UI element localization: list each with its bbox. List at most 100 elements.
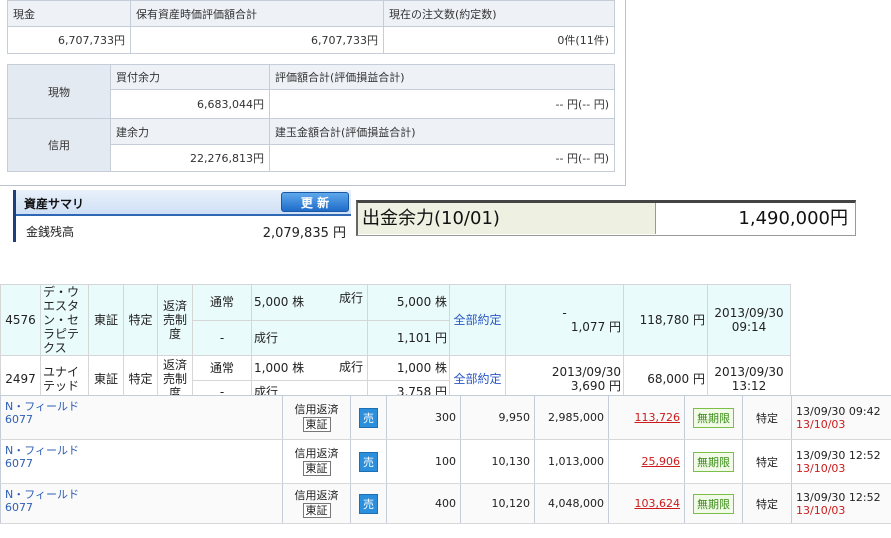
position-name[interactable]: N・フィールド (5, 400, 278, 413)
order-condition: 通常 (192, 355, 252, 381)
position-account: 特定 (742, 395, 792, 440)
position-date-cell: 13/09/30 12:52 13/10/03 (791, 439, 891, 484)
position-amount: 1,013,000 (534, 439, 609, 484)
position-pl[interactable]: 113,726 (608, 395, 685, 440)
order-qty-cell: 5,000 株 成行 (250, 284, 369, 321)
buying-power-table: 現物 買付余力 評価額合計(評価損益合計) 6,683,044円 -- 円(--… (7, 64, 615, 172)
position-market: 東証 (302, 461, 331, 476)
withdrawal-label: 出金余力(10/01) (358, 203, 656, 234)
order-row: 4576 デ・ウエスタン・セラピテクス 東証 特定 返済売制度 通常 5,000… (0, 284, 792, 356)
order-condition-2: - (192, 319, 252, 356)
order-exec-type: 成行 (339, 291, 364, 305)
order-qty-cell: 1,000 株 成行 (250, 355, 369, 381)
order-market: 東証 (88, 284, 124, 356)
order-account: 特定 (123, 284, 158, 356)
order-code: 4576 (0, 284, 41, 356)
position-date: 13/09/30 12:52 (796, 448, 881, 462)
buying-power-value: 6,683,044円 (110, 89, 270, 119)
position-account: 特定 (742, 439, 792, 484)
cash-header: 現金 (7, 0, 131, 27)
order-time: 09:14 (731, 320, 767, 334)
order-qty-total: 5,000 株 (367, 284, 451, 321)
position-amount: 2,985,000 (534, 395, 609, 440)
position-settle-date: 13/10/03 (796, 461, 846, 475)
order-qty: 1,000 株 (254, 361, 305, 375)
asset-summary-title: 資産サマリ (24, 197, 85, 211)
order-row: 2497 ユナイテッド 東証 特定 返済売制度 通常 1,000 株 成行 1,… (0, 355, 792, 403)
order-name[interactable]: デ・ウエスタン・セラピテクス (40, 284, 89, 356)
position-total-label: 建玉金額合計(評価損益合計) (269, 118, 615, 145)
position-name-cell: N・フィールド 6077 (0, 395, 283, 440)
position-settle-date: 13/10/03 (796, 417, 846, 431)
withdrawal-value: 1,490,000円 (738, 208, 848, 229)
order-amount: 118,780 円 (623, 284, 709, 356)
position-kind: 信用返済 (294, 403, 339, 416)
position-row: N・フィールド 6077 信用返済 東証 売 100 10,130 1,013,… (0, 439, 891, 484)
position-name-cell: N・フィールド 6077 (0, 439, 283, 484)
order-exec-price: 1,077 円 (570, 320, 622, 334)
position-pl[interactable]: 103,624 (608, 483, 685, 524)
term-badge: 無期限 (693, 407, 734, 428)
position-kind-cell: 信用返済 東証 (282, 395, 351, 440)
position-kind: 信用返済 (294, 489, 339, 502)
position-market: 東証 (302, 417, 331, 432)
position-code: 6077 (5, 413, 33, 426)
position-price: 10,120 (460, 483, 535, 524)
eval-total-label: 評価額合計(評価損益合計) (269, 64, 615, 90)
eval-total-value: -- 円(-- 円) (269, 89, 615, 119)
position-row: N・フィールド 6077 信用返済 東証 売 300 9,950 2,985,0… (0, 395, 891, 440)
order-exec-date: 2013/09/30 (551, 365, 622, 379)
position-amount: 4,048,000 (534, 483, 609, 524)
sell-badge: 売 (359, 451, 378, 472)
cash-value: 6,707,733円 (7, 26, 131, 54)
position-date-cell: 13/09/30 09:42 13/10/03 (791, 395, 891, 440)
position-kind-cell: 信用返済 東証 (282, 483, 351, 524)
cash-balance-value: 2,079,835 円 (262, 226, 346, 241)
sell-badge: 売 (359, 407, 378, 428)
update-button[interactable]: 更 新 (281, 192, 349, 212)
order-date-cell: 2013/09/30 09:14 (707, 284, 792, 356)
order-exec-type: 成行 (339, 360, 364, 374)
position-qty: 300 (386, 395, 461, 440)
genbutsu-row-label: 現物 (7, 64, 111, 119)
order-count-value: 0件(11件) (383, 26, 615, 54)
term-badge: 無期限 (693, 451, 734, 472)
sell-badge: 売 (359, 493, 378, 514)
cash-summary-table: 現金 保有資産時価評価額合計 現在の注文数(約定数) 6,707,733円 6,… (7, 0, 615, 54)
position-date-cell: 13/09/30 12:52 13/10/03 (791, 483, 891, 524)
position-settle-date: 13/10/03 (796, 503, 846, 517)
position-market: 東証 (302, 503, 331, 518)
position-account: 特定 (742, 483, 792, 524)
position-date: 13/09/30 09:42 (796, 404, 881, 418)
order-qty-total: 1,000 株 (367, 355, 451, 381)
order-status[interactable]: 全部約定 (449, 284, 507, 356)
order-history-table: 4576 デ・ウエスタン・セラピテクス 東証 特定 返済売制度 通常 5,000… (0, 284, 792, 403)
position-total-value: -- 円(-- 円) (269, 144, 615, 172)
position-qty: 100 (386, 439, 461, 484)
margin-power-value: 22,276,813円 (110, 144, 270, 172)
order-exec-date: - (562, 306, 567, 320)
order-condition: 通常 (192, 284, 252, 321)
order-exec-price: 3,690 円 (570, 379, 622, 393)
margin-power-label: 建余力 (110, 118, 270, 145)
position-price: 10,130 (460, 439, 535, 484)
position-kind: 信用返済 (294, 447, 339, 460)
order-qty: 5,000 株 (254, 295, 305, 310)
position-name-cell: N・フィールド 6077 (0, 483, 283, 524)
position-row: N・フィールド 6077 信用返済 東証 売 400 10,120 4,048,… (0, 483, 891, 524)
order-date: 2013/09/30 (714, 306, 784, 320)
order-type: 返済売制度 (157, 284, 193, 356)
position-pl[interactable]: 25,906 (608, 439, 685, 484)
order-exec-type-2: 成行 (250, 319, 369, 356)
holdings-value-header: 保有資産時価評価額合計 (130, 0, 384, 27)
position-price: 9,950 (460, 395, 535, 440)
position-code: 6077 (5, 501, 33, 514)
position-code: 6077 (5, 457, 33, 470)
position-name[interactable]: N・フィールド (5, 444, 278, 457)
shinyo-row-label: 信用 (7, 118, 111, 172)
cash-balance-label: 金銭残高 (26, 225, 75, 239)
position-name[interactable]: N・フィールド (5, 488, 278, 501)
position-qty: 400 (386, 483, 461, 524)
position-date: 13/09/30 12:52 (796, 490, 881, 504)
order-exec-cell: - 1,077 円 (505, 284, 625, 356)
